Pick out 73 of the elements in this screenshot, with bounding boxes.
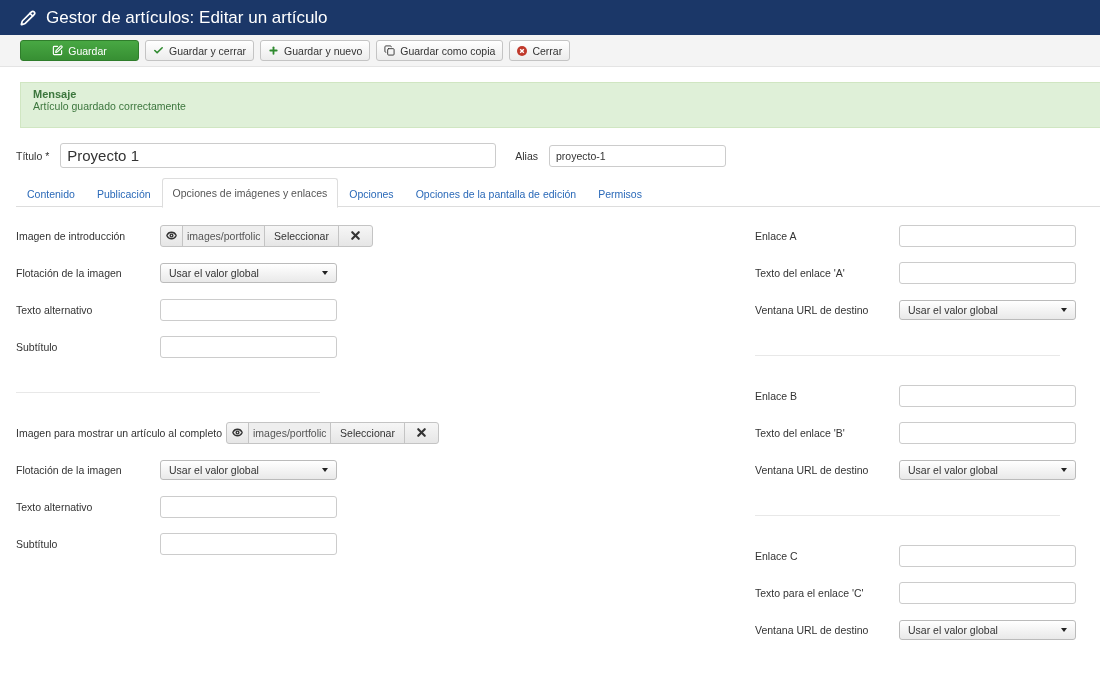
select-dropdown[interactable]: Usar el valor global (160, 459, 337, 480)
close-icon (349, 229, 362, 242)
select-dropdown[interactable]: Usar el valor global (160, 262, 337, 283)
field-label: Enlace B (755, 389, 799, 402)
field-label: Imagen para mostrar un artículo al completo (16, 426, 224, 439)
input-field[interactable] (160, 335, 337, 358)
toolbar-button[interactable]: Cerrar (509, 40, 571, 61)
tab[interactable]: Contenido (16, 178, 86, 208)
input-field[interactable] (899, 544, 1076, 567)
select-button[interactable]: Seleccionar (330, 421, 406, 444)
input-field[interactable] (160, 532, 337, 555)
toolbar-button[interactable]: Guardar y nuevo (260, 40, 371, 61)
field-label: Enlace A (755, 229, 798, 242)
close-icon (415, 426, 429, 439)
caret-icon (322, 467, 328, 472)
page-title: Gestor de artículos: Editar un artículo (46, 7, 328, 28)
field-label: Flotación de la imagen (16, 463, 123, 476)
caret-icon (1061, 627, 1067, 632)
image-path-field[interactable]: images/portfolic (248, 421, 332, 444)
clear-button[interactable] (404, 421, 440, 444)
clear-button[interactable] (338, 224, 373, 247)
field-label: Texto del enlace 'B' (755, 426, 846, 439)
caret-icon (322, 270, 328, 275)
input-field[interactable] (160, 298, 337, 321)
select-dropdown[interactable]: Usar el valor global (899, 299, 1076, 320)
toolbar-button[interactable]: Guardar y cerrar (145, 40, 255, 61)
caret-icon (1061, 467, 1067, 472)
field-label: Enlace C (755, 549, 799, 562)
tab[interactable]: Publicación (85, 178, 162, 208)
preview-button[interactable] (160, 224, 183, 247)
edit-icon (52, 45, 64, 56)
field-label: Subtítulo (16, 537, 59, 550)
input-field[interactable] (899, 421, 1076, 444)
copy-icon (384, 45, 396, 56)
select-button[interactable]: Seleccionar (264, 224, 339, 247)
close-circle-icon (517, 45, 528, 56)
image-path-field[interactable]: images/portfolic (182, 224, 265, 247)
input-field[interactable] (160, 495, 337, 518)
field-label: Flotación de la imagen (16, 266, 123, 279)
title-input[interactable]: Proyecto 1 (60, 143, 497, 168)
tab[interactable]: Opciones de imágenes y enlaces (161, 178, 339, 208)
alias-input[interactable]: proyecto-1 (549, 144, 727, 167)
title-label: Título * (16, 149, 50, 162)
field-label: Subtítulo (16, 340, 59, 353)
eye-icon (232, 427, 244, 438)
pencil-icon (20, 9, 36, 26)
alias-label: Alias (515, 149, 539, 162)
field-label: Texto para el enlace 'C' (755, 586, 865, 599)
tab[interactable]: Opciones (338, 178, 405, 208)
field-label: Ventana URL de destino (755, 463, 870, 476)
caret-icon (1061, 307, 1067, 312)
plus-icon (268, 45, 280, 56)
input-field[interactable] (899, 261, 1076, 284)
check-icon (153, 45, 164, 56)
input-field[interactable] (899, 581, 1076, 604)
tab[interactable]: Permisos (587, 178, 653, 208)
input-field[interactable] (899, 224, 1076, 247)
select-dropdown[interactable]: Usar el valor global (899, 619, 1076, 640)
field-label: Ventana URL de destino (755, 303, 870, 316)
input-field[interactable] (899, 384, 1076, 407)
toolbar-button[interactable]: Guardar (20, 40, 139, 61)
select-dropdown[interactable]: Usar el valor global (899, 459, 1076, 480)
field-label: Texto alternativo (16, 303, 94, 316)
field-label: Imagen de introducción (16, 229, 127, 242)
field-label: Ventana URL de destino (755, 623, 870, 636)
message-heading: Mensaje (33, 88, 78, 100)
preview-button[interactable] (226, 421, 250, 444)
eye-icon (166, 230, 177, 241)
field-label: Texto alternativo (16, 500, 94, 513)
field-label: Texto del enlace 'A' (755, 266, 846, 279)
message-text: Artículo guardado correctamente (33, 100, 187, 112)
toolbar-button[interactable]: Guardar como copia (376, 40, 504, 61)
tab[interactable]: Opciones de la pantalla de edición (404, 178, 588, 208)
